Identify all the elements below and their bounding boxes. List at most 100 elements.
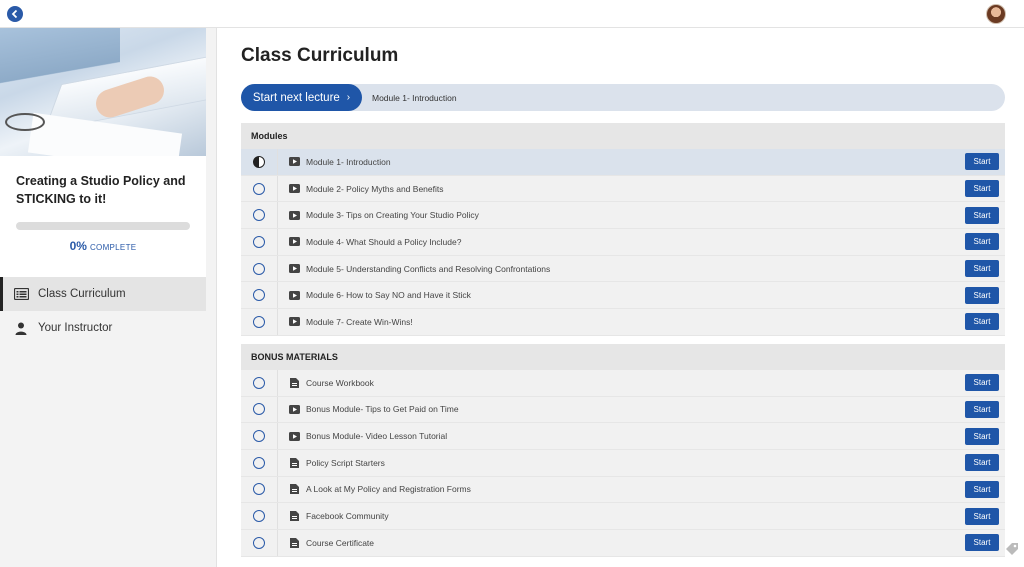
lecture-row[interactable]: Module 1- Introduction Start: [241, 149, 1005, 176]
chevron-left-icon: [11, 9, 18, 19]
section-header: BONUS MATERIALS: [241, 343, 1005, 370]
lecture-title: A Look at My Policy and Registration For…: [306, 484, 471, 495]
progress-bar: [16, 222, 190, 230]
status-cell: [241, 229, 278, 255]
status-cell: [241, 529, 278, 556]
incomplete-circle-icon: [253, 430, 265, 443]
document-icon: [289, 377, 300, 388]
start-button[interactable]: Start: [965, 507, 999, 525]
status-cell: [241, 396, 278, 423]
person-icon: [13, 321, 29, 335]
status-cell: [241, 282, 278, 309]
video-icon: [289, 210, 300, 220]
start-button[interactable]: Start: [965, 480, 999, 498]
start-button[interactable]: Start: [965, 286, 999, 304]
page-title: Class Curriculum: [241, 45, 399, 66]
video-icon: [289, 317, 300, 327]
tag-icon[interactable]: [1004, 541, 1020, 557]
course-info: Creating a Studio Policy and STICKING to…: [0, 156, 206, 265]
video-icon: [289, 184, 300, 194]
video-icon: [289, 237, 300, 247]
start-button[interactable]: Start: [965, 153, 999, 171]
start-button[interactable]: Start: [965, 534, 999, 552]
lecture-row[interactable]: Facebook Community Start: [241, 503, 1005, 530]
incomplete-circle-icon: [253, 289, 265, 302]
back-icon[interactable]: [7, 6, 23, 22]
status-cell: [241, 149, 278, 175]
incomplete-circle-icon: [253, 510, 265, 523]
status-cell: [241, 503, 278, 529]
lecture-row[interactable]: A Look at My Policy and Registration For…: [241, 476, 1005, 504]
progress-label: COMPLETE: [89, 243, 137, 252]
incomplete-circle-icon: [253, 235, 265, 248]
avatar[interactable]: [986, 4, 1006, 24]
status-cell: [241, 255, 278, 282]
status-cell: [241, 369, 278, 396]
main-content: Class Curriculum Start next lecture › Mo…: [241, 28, 1005, 557]
start-button[interactable]: Start: [965, 180, 999, 198]
next-lecture-bar: Start next lecture › Module 1- Introduct…: [241, 84, 1005, 111]
top-bar: [0, 0, 1024, 28]
incomplete-circle-icon: [253, 262, 265, 275]
lecture-title: Module 1- Introduction: [306, 156, 391, 167]
incomplete-circle-icon: [253, 536, 265, 549]
status-cell: [241, 449, 278, 476]
incomplete-circle-icon: [253, 456, 265, 469]
lecture-row[interactable]: Module 2- Policy Myths and Benefits Start: [241, 175, 1005, 203]
lecture-row[interactable]: Module 3- Tips on Creating Your Studio P…: [241, 202, 1005, 230]
video-icon: [289, 157, 300, 167]
sidebar: Creating a Studio Policy and STICKING to…: [0, 28, 217, 567]
video-icon: [289, 404, 300, 414]
start-button[interactable]: Start: [965, 206, 999, 224]
incomplete-circle-icon: [253, 376, 265, 389]
sidebar-item-label: Class Curriculum: [38, 288, 126, 300]
in-progress-icon: [253, 155, 265, 168]
lecture-title: Module 5- Understanding Conflicts and Re…: [306, 263, 551, 274]
lecture-row[interactable]: Module 5- Understanding Conflicts and Re…: [241, 255, 1005, 283]
start-button[interactable]: Start: [965, 454, 999, 472]
start-button[interactable]: Start: [965, 233, 999, 251]
lecture-title: Facebook Community: [306, 511, 389, 522]
document-icon: [289, 511, 300, 522]
lecture-title: Bonus Module- Video Lesson Tutorial: [306, 431, 448, 442]
start-next-lecture-label: Start next lecture: [252, 91, 340, 104]
sidebar-item-label: Your Instructor: [38, 322, 113, 334]
lecture-title: Bonus Module- Tips to Get Paid on Time: [306, 404, 459, 415]
lecture-row[interactable]: Course Workbook Start: [241, 369, 1005, 397]
course-title: Creating a Studio Policy and STICKING to…: [16, 174, 186, 206]
lecture-title: Module 6- How to Say NO and Have it Stic…: [306, 290, 471, 301]
status-cell: [241, 202, 278, 229]
start-next-lecture-button[interactable]: Start next lecture ›: [241, 84, 362, 111]
lecture-list: Course Workbook Start Bonus Module- Tips t…: [241, 369, 1005, 557]
status-cell: [241, 476, 278, 503]
lecture-row[interactable]: Bonus Module- Tips to Get Paid on Time St…: [241, 396, 1005, 424]
status-cell: [241, 309, 278, 335]
lecture-row[interactable]: Policy Script Starters Start: [241, 449, 1005, 477]
lecture-row[interactable]: Bonus Module- Video Lesson Tutorial Start: [241, 423, 1005, 450]
start-button[interactable]: Start: [965, 374, 999, 392]
start-button[interactable]: Start: [965, 400, 999, 418]
section-header: Modules: [241, 123, 1005, 149]
lecture-row[interactable]: Module 4- What Should a Policy Include? S…: [241, 229, 1005, 256]
document-icon: [289, 537, 300, 548]
chevron-right-icon: ›: [346, 92, 351, 103]
progress-percent: 0%: [69, 239, 87, 253]
lecture-row[interactable]: Module 7- Create Win-Wins! Start: [241, 309, 1005, 336]
lecture-row[interactable]: Course Certificate Start: [241, 529, 1005, 557]
start-button[interactable]: Start: [965, 427, 999, 445]
lecture-row[interactable]: Module 6- How to Say NO and Have it Stic…: [241, 282, 1005, 310]
sidebar-item-class-curriculum[interactable]: Class Curriculum: [0, 277, 206, 311]
start-button[interactable]: Start: [965, 313, 999, 331]
status-cell: [241, 423, 278, 449]
start-button[interactable]: Start: [965, 260, 999, 278]
lecture-title: Policy Script Starters: [306, 457, 385, 468]
curriculum-icon: [13, 287, 29, 301]
lecture-title: Module 4- What Should a Policy Include?: [306, 236, 462, 247]
document-icon: [289, 484, 300, 495]
document-icon: [289, 457, 300, 468]
incomplete-circle-icon: [253, 182, 265, 195]
sidebar-item-your-instructor[interactable]: Your Instructor: [0, 311, 206, 345]
status-cell: [241, 175, 278, 202]
curriculum-sections: Modules Module 1- Introduction Start Module…: [241, 123, 1005, 557]
video-icon: [289, 290, 300, 300]
